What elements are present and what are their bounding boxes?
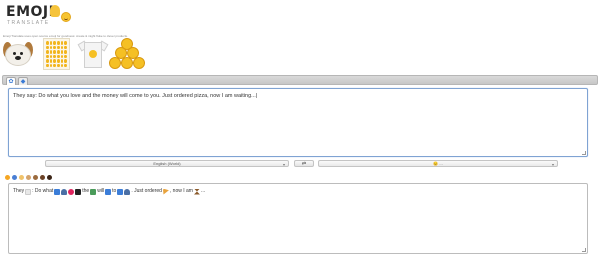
arrow-right-icon (117, 188, 124, 195)
dog-emoji-product-image[interactable] (3, 38, 33, 68)
logo-subtitle: TRANSLATE (7, 20, 50, 26)
emoji-pile-product-image[interactable] (109, 38, 145, 72)
skin-tone-option-7[interactable] (47, 175, 52, 180)
arrow-right-icon (54, 188, 61, 195)
heart-icon (68, 188, 75, 195)
person-icon (124, 188, 131, 195)
mode-tab-bar: ✿ ◆ (2, 75, 598, 85)
smiley-icon (61, 12, 71, 22)
skin-tone-option-1[interactable] (5, 175, 10, 180)
skin-tone-option-2[interactable] (12, 175, 17, 180)
pizza-icon (162, 188, 169, 195)
resize-handle[interactable] (582, 248, 586, 252)
speech-bubble-icon (25, 188, 32, 195)
plus-icon (75, 188, 82, 195)
source-text-input[interactable]: They say: Do what you love and the money… (8, 88, 588, 157)
person-icon (61, 188, 68, 195)
skin-tone-variants (5, 175, 52, 181)
diamond-icon: ◆ (20, 78, 26, 85)
skin-tone-option-6[interactable] (40, 175, 45, 180)
tab-emoji-to-text[interactable]: ◆ (18, 77, 28, 85)
skin-tone-option-5[interactable] (33, 175, 38, 180)
money-icon (90, 188, 97, 195)
emoji-output[interactable]: They : Do what the will to . Just ordere… (8, 183, 588, 254)
hourglass-icon (193, 188, 200, 195)
source-text: They say: Do what you love and the money… (13, 93, 258, 99)
language-select[interactable]: English (World) ▾ (45, 160, 289, 167)
language-value: English (World) (153, 161, 181, 166)
waving-hand-icon (50, 5, 60, 17)
chevron-down-icon: ▾ (551, 162, 554, 167)
swap-icon: ⇄ (301, 160, 307, 167)
logo-word: EMOJI (6, 4, 55, 20)
skin-tone-option-3[interactable] (19, 175, 24, 180)
chevron-down-icon: ▾ (282, 162, 285, 167)
resize-handle[interactable] (582, 151, 586, 155)
arrow-icon (105, 188, 112, 195)
tab-text-to-emoji[interactable]: ✿ (6, 77, 16, 85)
emoji-output-text: They : Do what the will to . Just ordere… (13, 188, 206, 195)
swap-button[interactable]: ⇄ (294, 160, 314, 167)
emoji-set-value: 😊 ... (433, 161, 443, 166)
emoji-set-select[interactable]: 😊 ... ▾ (318, 160, 558, 167)
emoji-tshirt-product-image[interactable] (77, 38, 109, 70)
skin-tone-option-4[interactable] (26, 175, 31, 180)
logo[interactable]: EMOJI TRANSLATE (6, 4, 86, 30)
flower-icon: ✿ (8, 78, 14, 85)
emoji-poster-product-image[interactable] (43, 38, 70, 70)
